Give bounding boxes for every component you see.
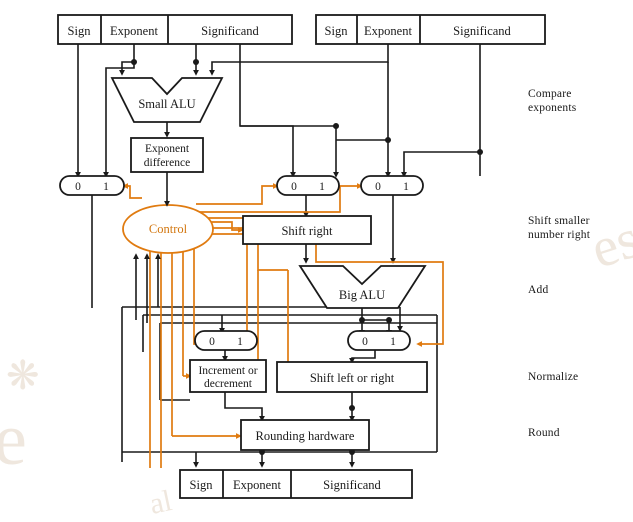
small-alu: Small ALU <box>110 77 224 123</box>
operand-b-significand-label: Significand <box>453 24 511 38</box>
mux-significand-big-label-0: 0 <box>375 181 381 193</box>
stage-normalize: Normalize <box>528 371 578 385</box>
shift-right-box: Shift right <box>242 215 372 245</box>
floating-point-adder-diagram: es e al ❋ Sign Exponent Significand Sign… <box>0 0 633 521</box>
exponent-difference-label-line1: Exponent <box>145 143 190 155</box>
stage-add: Add <box>528 284 548 298</box>
mux-exponent-select-label-0: 0 <box>75 181 81 193</box>
mux-significand-shift-label-1: 1 <box>390 336 396 348</box>
operand-b-register: Sign Exponent Significand <box>315 14 546 45</box>
stage-shift-smaller-line2: number right <box>528 228 591 241</box>
increment-or-decrement-box: Increment or decrement <box>189 359 267 393</box>
exponent-difference-label-line2: difference <box>144 157 190 169</box>
mux-significand-big: 0 1 <box>360 175 424 196</box>
stage-normalize-line1: Normalize <box>528 371 579 383</box>
shift-left-or-right-label: Shift left or right <box>310 371 395 385</box>
increment-or-decrement-label-line1: Increment or <box>198 365 257 377</box>
mux-exponent-adjust: 0 1 <box>194 330 258 351</box>
stage-compare-exponents-line2: exponents <box>528 101 577 114</box>
result-sign-label: Sign <box>190 478 214 492</box>
small-alu-label: Small ALU <box>138 97 195 111</box>
operand-a-significand-label: Significand <box>201 24 259 38</box>
stage-round: Round <box>528 427 560 441</box>
operand-a-sign-label: Sign <box>68 24 92 38</box>
mux-exponent-select-label-1: 1 <box>103 181 109 193</box>
rounding-hardware-box: Rounding hardware <box>240 419 370 451</box>
stage-compare-exponents: Compare exponents <box>528 88 576 115</box>
big-alu-label: Big ALU <box>339 288 385 302</box>
result-significand-label: Significand <box>323 478 381 492</box>
mux-significand-small-label-0: 0 <box>291 181 297 193</box>
mux-significand-small: 0 1 <box>276 175 340 196</box>
control-label: Control <box>149 222 188 236</box>
increment-or-decrement-label-line2: decrement <box>204 378 253 390</box>
stage-add-line1: Add <box>528 284 549 296</box>
mux-exponent-select: 0 1 <box>59 175 125 196</box>
big-alu: Big ALU <box>298 265 427 309</box>
result-exponent-label: Exponent <box>233 478 281 492</box>
mux-significand-small-label-1: 1 <box>319 181 325 193</box>
rounding-hardware-label: Rounding hardware <box>256 429 355 443</box>
shift-left-or-right-box: Shift left or right <box>276 361 428 393</box>
stage-shift-smaller-line1: Shift smaller <box>528 215 590 227</box>
mux-significand-shift: 0 1 <box>347 330 411 351</box>
mux-exponent-adjust-label-1: 1 <box>237 336 243 348</box>
operand-b-exponent-label: Exponent <box>364 24 412 38</box>
result-register: Sign Exponent Significand <box>179 469 413 499</box>
mux-significand-shift-label-0: 0 <box>362 336 368 348</box>
exponent-difference-box: Exponent difference <box>130 137 204 173</box>
control-unit: Control <box>122 204 214 254</box>
shift-right-label: Shift right <box>281 224 333 238</box>
operand-b-sign-label: Sign <box>325 24 349 38</box>
operand-a-exponent-label: Exponent <box>110 24 158 38</box>
mux-exponent-adjust-label-0: 0 <box>209 336 215 348</box>
stage-compare-exponents-line1: Compare <box>528 88 572 100</box>
mux-significand-big-label-1: 1 <box>403 181 409 193</box>
stage-round-line1: Round <box>528 427 560 439</box>
operand-a-register: Sign Exponent Significand <box>57 14 293 45</box>
stage-shift-smaller: Shift smaller number right <box>528 215 590 242</box>
